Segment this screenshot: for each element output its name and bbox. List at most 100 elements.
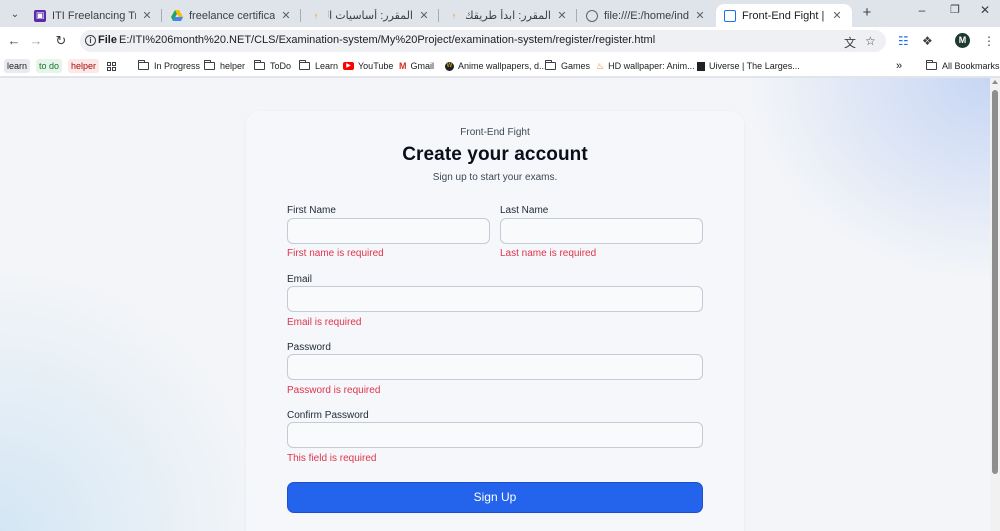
reload-icon[interactable]: ↻ [52, 32, 70, 50]
site-info-icon[interactable]: i [85, 35, 96, 46]
brand-name: Front-End Fight [460, 127, 530, 138]
close-tab-icon[interactable]: ✕ [555, 9, 569, 22]
new-tab-plus-icon[interactable]: + [858, 5, 876, 23]
tab-title: freelance certificates - Goo [189, 9, 275, 22]
first-name-input[interactable] [287, 218, 490, 244]
back-arrow-icon[interactable]: ← [5, 32, 23, 50]
bookmark-star-icon[interactable]: ☆ [865, 34, 876, 48]
confirm-password-field[interactable] [287, 422, 703, 448]
folder-icon [545, 60, 556, 70]
page-title: Create your account [402, 144, 588, 165]
bookmark-label: Learn [315, 61, 339, 71]
scrollbar-thumb[interactable] [992, 90, 998, 474]
all-bookmarks-folder[interactable]: All Bookmarks [926, 59, 1000, 73]
bookmark-label: Gmail [410, 61, 435, 71]
first-name-error: First name is required [287, 248, 384, 259]
globe-icon [586, 9, 598, 22]
sign-up-button[interactable]: Sign Up [287, 482, 703, 513]
email-field[interactable] [287, 286, 703, 312]
course-icon: ↑ [313, 10, 319, 21]
tab-local-index[interactable]: file:///E:/home/index.html ✕ [578, 4, 715, 27]
close-tab-icon[interactable]: ✕ [830, 9, 844, 22]
first-name-label: First Name [287, 205, 336, 216]
bookmark-gmail[interactable]: M Gmail [399, 59, 434, 73]
tab-strip: ⌄ ▣ ITI Freelancing Trainees Inf ✕ freel… [0, 0, 1000, 27]
gmail-icon: M [399, 61, 407, 71]
flame-icon: ♨ [596, 60, 605, 71]
apps-grid-icon[interactable] [107, 59, 116, 73]
tab-title: Front-End Fight | Sign Up [742, 9, 826, 22]
bookmark-folder-in-progress[interactable]: In Progress [138, 59, 200, 73]
profile-avatar[interactable]: M [955, 33, 970, 48]
password-label: Password [287, 342, 331, 353]
bookmarks-bar: learn to do helper In Progress helper To… [0, 55, 1000, 77]
close-tab-icon[interactable]: ✕ [279, 9, 293, 22]
tab-sign-up-active[interactable]: Front-End Fight | Sign Up ✕ [716, 4, 852, 27]
scroll-up-arrow-icon[interactable] [992, 80, 998, 84]
bookmark-label: Games [561, 61, 591, 71]
tab-title: file:///E:/home/index.html [604, 9, 689, 22]
bookmark-label: Uiverse | The Larges... [709, 61, 800, 71]
bookmark-folder-todo[interactable]: ToDo [254, 59, 291, 73]
browser-toolbar: ← → ↻ i File E:/ITI%206month%20.NET/CLS/… [0, 27, 1000, 55]
bookmark-label: Anime wallpapers, d... [458, 61, 547, 71]
close-tab-icon[interactable]: ✕ [140, 9, 154, 22]
iti-logo-icon: ▣ [34, 9, 46, 22]
page-icon [724, 9, 736, 22]
bookmark-label: helper [220, 61, 246, 71]
page-subtitle: Sign up to start your exams. [432, 172, 558, 183]
address-bar[interactable]: i File E:/ITI%206month%20.NET/CLS/Examin… [80, 30, 886, 52]
course-icon: ↑ [451, 10, 457, 21]
restore-icon[interactable]: ❐ [945, 3, 965, 16]
bookmark-folder-helper[interactable]: helper [204, 59, 245, 73]
page-viewport: Front-End Fight Create your account Sign… [0, 78, 990, 531]
close-window-icon[interactable]: ✕ [975, 3, 995, 17]
folder-icon [299, 60, 310, 70]
bookmark-anime-wallpapers[interactable]: W Anime wallpapers, d... [445, 59, 547, 73]
kebab-menu-icon[interactable]: ⋮ [983, 34, 995, 48]
confirm-password-label: Confirm Password [287, 410, 369, 421]
tab-title: ITI Freelancing Trainees Inf [52, 9, 136, 22]
folder-icon [204, 60, 215, 70]
close-tab-icon[interactable]: ✕ [693, 9, 707, 22]
email-label: Email [287, 274, 313, 285]
bookmark-label: ToDo [270, 61, 292, 71]
password-error: Password is required [287, 385, 381, 396]
bookmark-chip-learn[interactable]: learn [4, 59, 31, 73]
bookmark-label: In Progress [154, 61, 201, 71]
tab-start-your-way-course[interactable]: ↑ المقرر: ابدأ طريقك في العمل ✕ [440, 4, 577, 27]
bookmark-label: HD wallpaper: Anim... [608, 61, 695, 71]
bookmark-chip-helper[interactable]: helper [68, 59, 100, 73]
signup-card: Front-End Fight Create your account Sign… [246, 111, 744, 531]
close-tab-icon[interactable]: ✕ [417, 9, 431, 22]
youtube-icon: ▶ [343, 62, 354, 70]
bookmark-label: YouTube [358, 61, 394, 71]
tab-freelance-certificates[interactable]: freelance certificates - Goo ✕ [163, 4, 301, 27]
email-error: Email is required [287, 317, 362, 328]
tab-search-chevron-icon[interactable]: ⌄ [6, 5, 24, 23]
bookmark-folder-games[interactable]: Games [545, 59, 590, 73]
bookmark-folder-learn[interactable]: Learn [299, 59, 338, 73]
bookmark-chip-to-do[interactable]: to do [36, 59, 63, 73]
url-scheme-label: File [98, 34, 117, 46]
bookmarks-overflow-icon[interactable]: » [896, 59, 902, 73]
confirm-password-error: This field is required [287, 453, 377, 464]
password-field[interactable] [287, 354, 703, 380]
tab-iti-freelancing[interactable]: ▣ ITI Freelancing Trainees Inf ✕ [26, 4, 162, 27]
extensions-puzzle-icon[interactable]: ❖ [922, 34, 933, 48]
bookmark-hd-wallpaper[interactable]: ♨ HD wallpaper: Anim... [596, 59, 695, 73]
bookmark-uiverse[interactable]: Uiverse | The Larges... [697, 59, 800, 73]
last-name-input[interactable] [500, 218, 703, 244]
google-drive-icon [171, 10, 183, 22]
translate-icon[interactable]: 文 [844, 34, 856, 51]
minimize-icon[interactable]: – [912, 3, 932, 17]
bookmark-label: All Bookmarks [942, 61, 1000, 71]
url-text[interactable]: E:/ITI%206month%20.NET/CLS/Examination-s… [119, 34, 655, 46]
tab-freelance-basics-course[interactable]: ↑ المقرر: أساسيات العمل الحر ✕ [302, 4, 439, 27]
translate-extension-icon[interactable]: ☷ [898, 34, 909, 48]
bookmark-youtube[interactable]: ▶ YouTube [343, 59, 393, 73]
forward-arrow-icon[interactable]: → [27, 32, 45, 50]
page-scrollbar[interactable] [990, 78, 1000, 531]
folder-icon [138, 60, 149, 70]
tab-title: المقرر: ابدأ طريقك في العمل [466, 10, 551, 22]
